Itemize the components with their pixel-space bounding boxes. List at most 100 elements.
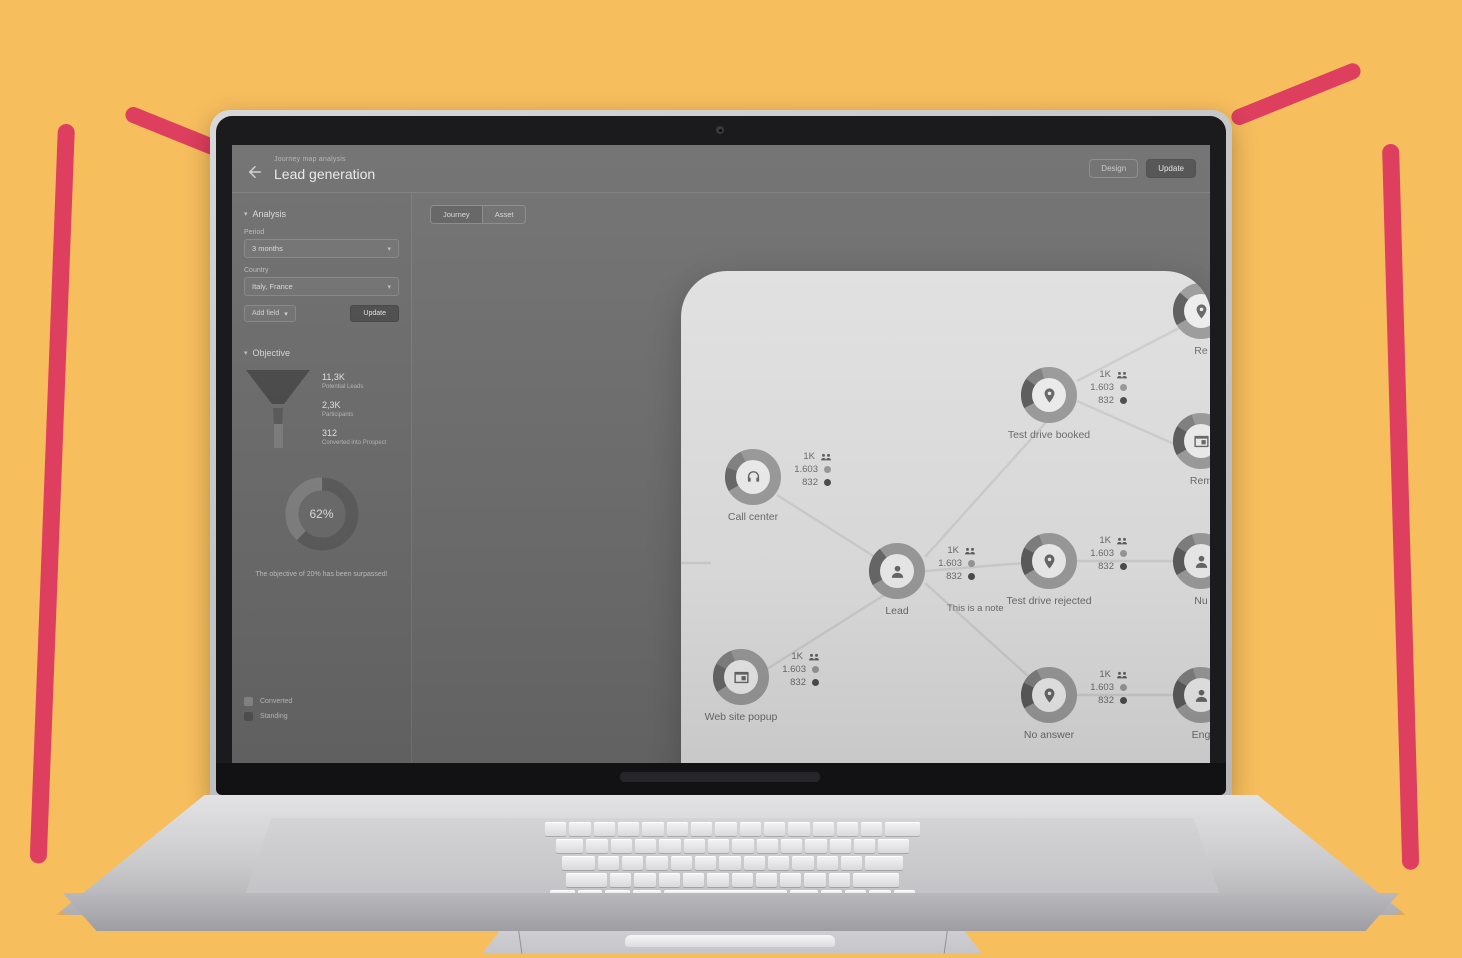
back-arrow-icon[interactable] <box>246 163 264 181</box>
chevron-down-icon: ▾ <box>284 310 288 318</box>
update-button-header[interactable]: Update <box>1146 159 1196 178</box>
chevron-down-icon: ▾ <box>387 245 391 253</box>
view-tabs: Journey Asset <box>430 205 527 224</box>
stat-converted-dot <box>824 466 831 473</box>
tab-journey[interactable]: Journey <box>431 206 482 223</box>
keyboard-key <box>763 822 786 836</box>
stat-standing: 832 <box>1083 695 1127 706</box>
stat-standing: 832 <box>931 571 975 582</box>
keyboard-key <box>646 856 668 870</box>
node-label-engaged: Eng <box>1191 729 1210 741</box>
pin-icon <box>1196 303 1206 319</box>
stat-standing-value: 832 <box>946 571 962 582</box>
headset-icon <box>747 470 759 482</box>
node-stats-call-center: 1K 1.603 832 <box>787 451 831 488</box>
journey-node-no-answer[interactable]: 1K 1.603 832 No answer <box>1021 667 1127 741</box>
funnel-metric-1-value: 2,3K <box>322 400 341 410</box>
stat-total: 1K <box>1083 669 1127 680</box>
stat-converted: 1.603 <box>787 464 831 475</box>
node-icon-pin <box>1032 678 1066 712</box>
keyboard-key <box>690 822 713 836</box>
keyboard-key <box>780 839 803 853</box>
stat-total-value: 1K <box>791 651 803 662</box>
period-select[interactable]: 3 months ▾ <box>244 239 399 258</box>
journey-node-call-center[interactable]: 1K 1.603 832 Call center <box>725 449 831 523</box>
country-select-value: Italy, France <box>252 282 293 291</box>
sidebar-section-objective[interactable]: ▾ Objective <box>244 348 399 358</box>
stat-total: 1K <box>787 451 831 462</box>
keyboard-key <box>707 873 729 887</box>
stat-total: 1K <box>775 651 819 662</box>
node-label-nurturing: Nu <box>1194 595 1208 607</box>
update-button-sidebar[interactable]: Update <box>350 305 399 322</box>
stat-total: 1K <box>1083 369 1127 380</box>
funnel-metric-1: 2,3K Participants <box>322 400 386 419</box>
legend-label-standing: Standing <box>260 713 288 720</box>
journey-node-lead[interactable]: 1K 1.603 832 Lead <box>869 543 975 617</box>
journey-node-test-drive-rejected[interactable]: 1K 1.603 832 Test drive rejected <box>1006 533 1127 607</box>
period-select-value: 3 months <box>252 244 283 253</box>
keyboard-key <box>610 839 633 853</box>
node-donut-test-drive-booked <box>1021 367 1077 423</box>
keyboard-key <box>829 839 851 853</box>
people-icon <box>809 653 819 660</box>
journey-node-web-site-popup[interactable]: 1K 1.603 832 Web site popup <box>705 649 819 723</box>
node-label-test-drive-rejected: Test drive rejected <box>1006 595 1092 607</box>
breadcrumb[interactable]: Journey map analysis <box>274 155 375 165</box>
keyboard-key <box>695 856 717 870</box>
node-icon-pin <box>1032 544 1066 578</box>
stat-converted-value: 1.603 <box>1090 548 1114 559</box>
funnel-chart: 11,3K Potential Leads 2,3K Participants … <box>244 368 399 450</box>
keyboard-key <box>642 822 664 836</box>
node-stats-lead: 1K 1.603 832 <box>931 545 975 582</box>
journey-node-recontact[interactable]: Re <box>1173 283 1210 357</box>
add-field-button[interactable]: Add field ▾ <box>244 305 296 322</box>
keyboard-key <box>828 873 851 887</box>
journey-node-test-drive-booked[interactable]: 1K 1.603 832 Test drive booked <box>1008 367 1127 441</box>
keyboard-key <box>878 839 910 853</box>
person-icon <box>891 565 903 578</box>
chevron-down-icon: ▾ <box>244 350 248 357</box>
funnel-metrics: 11,3K Potential Leads 2,3K Participants … <box>322 368 386 450</box>
keyboard-key <box>622 856 644 870</box>
journey-node-engaged[interactable]: Eng <box>1173 667 1210 741</box>
keyboard-key <box>853 873 900 887</box>
keyboard-key <box>732 839 754 853</box>
chevron-down-icon: ▾ <box>244 211 248 218</box>
node-donut-web-site-popup <box>713 649 769 705</box>
people-icon <box>965 547 975 554</box>
keyboard-key <box>682 873 705 887</box>
country-select[interactable]: Italy, France ▾ <box>244 277 399 296</box>
map-legend: Converted Standing <box>244 697 292 721</box>
keyboard-key <box>805 839 827 853</box>
tab-asset[interactable]: Asset <box>481 206 526 223</box>
edge-note[interactable]: This is a note <box>947 603 1004 614</box>
keyboard-key <box>666 822 688 836</box>
pin-icon <box>1044 553 1054 569</box>
sidebar-section-objective-wrap: ▾ Objective 11,3K Potential Leads 2,3K P… <box>244 348 399 580</box>
node-icon-window <box>1184 424 1210 458</box>
main-content: Journey Asset 1K 1.603 832 Call center 1… <box>413 193 1210 763</box>
stat-standing-dot <box>968 573 975 580</box>
stat-standing-value: 832 <box>802 477 818 488</box>
keyboard-key <box>756 839 778 853</box>
people-icon <box>1117 537 1127 544</box>
sidebar-section-analysis[interactable]: ▾ Analysis <box>244 209 399 219</box>
keyboard-key <box>804 873 826 887</box>
node-label-recontact: Re <box>1194 345 1208 357</box>
journey-node-reminder[interactable]: Rem <box>1173 413 1210 487</box>
stat-converted-value: 1.603 <box>794 464 818 475</box>
keyboard-key <box>792 856 814 870</box>
journey-node-nurturing[interactable]: Nu <box>1173 533 1210 607</box>
keyboard-key <box>634 873 656 887</box>
stat-converted: 1.603 <box>1083 382 1127 393</box>
node-label-reminder: Rem <box>1189 475 1210 487</box>
stat-standing: 832 <box>787 477 831 488</box>
stat-total-value: 1K <box>803 451 815 462</box>
design-button[interactable]: Design <box>1089 159 1139 178</box>
page-title: Lead generation <box>274 165 376 182</box>
keyboard-key <box>683 839 706 853</box>
header-actions: Design Update <box>1089 159 1196 178</box>
stat-converted-value: 1.603 <box>938 558 962 569</box>
objective-gauge: 62% <box>244 474 399 554</box>
